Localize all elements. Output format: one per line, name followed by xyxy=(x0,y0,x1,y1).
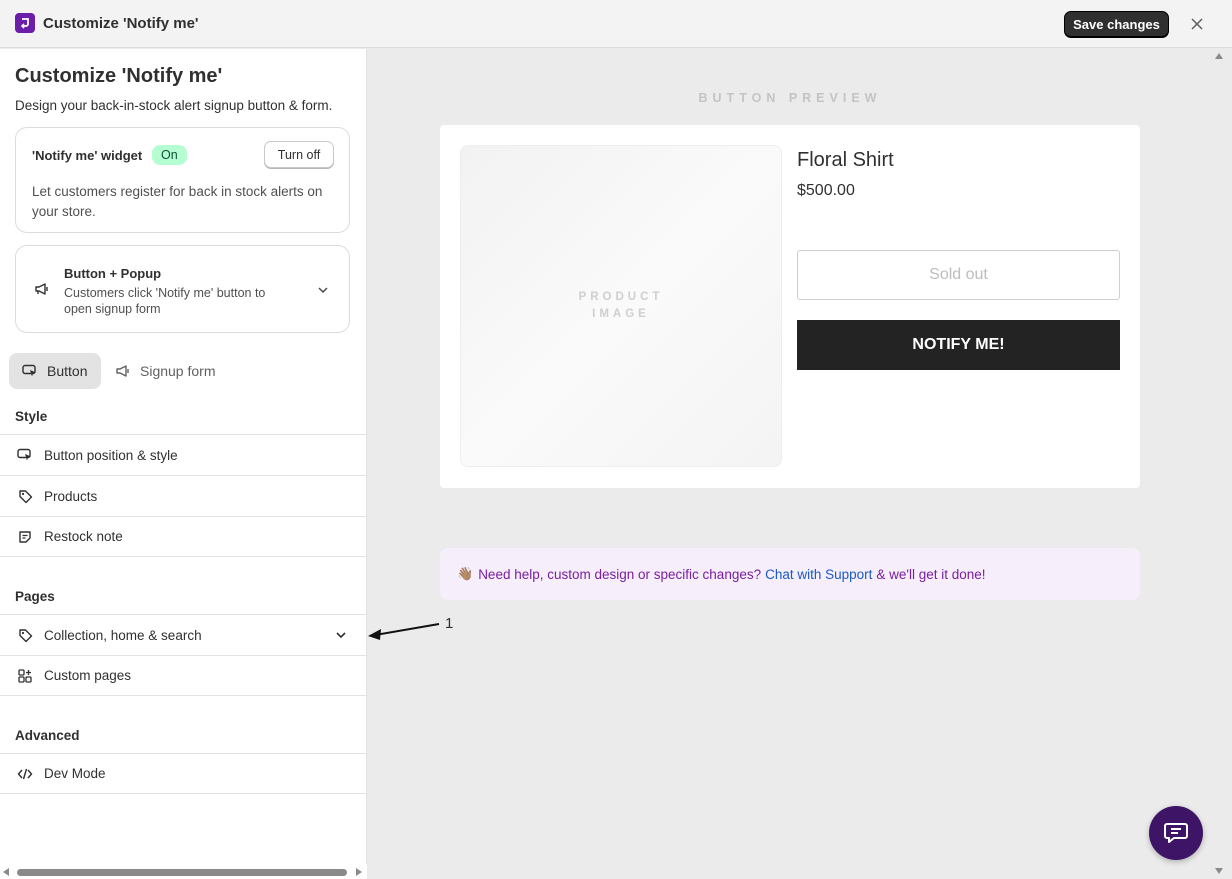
help-text-after: & we'll get it done! xyxy=(876,566,986,582)
section-heading-pages: Pages xyxy=(15,589,55,604)
menu-item-custom-pages[interactable]: Custom pages xyxy=(0,655,366,696)
wave-emoji: 👋🏽 xyxy=(457,566,474,581)
menu-item-label: Products xyxy=(44,488,98,504)
menu-item-label: Collection, home & search xyxy=(44,627,202,643)
settings-sidebar: Customize 'Notify me' Design your back-i… xyxy=(0,49,367,879)
sidebar-title: Customize 'Notify me' xyxy=(15,65,223,87)
display-mode-select[interactable]: Button + Popup Customers click 'Notify m… xyxy=(15,245,350,333)
chevron-down-icon xyxy=(316,283,330,302)
preview-label: BUTTON PREVIEW xyxy=(698,91,882,105)
sidebar-subtitle: Design your back-in-stock alert signup b… xyxy=(15,98,333,113)
scroll-right-arrow[interactable] xyxy=(356,868,362,876)
tab-button[interactable]: Button xyxy=(9,353,101,389)
window-title: Customize 'Notify me' xyxy=(43,15,199,32)
app-logo-icon xyxy=(15,13,35,33)
menu-item-label: Dev Mode xyxy=(44,766,106,781)
product-image-text: PRODUCT IMAGE xyxy=(578,291,664,320)
scrollbar-thumb[interactable] xyxy=(17,869,347,876)
scroll-up-arrow[interactable] xyxy=(1215,53,1223,59)
widget-label: 'Notify me' widget xyxy=(32,148,143,163)
notify-me-button[interactable]: NOTIFY ME! xyxy=(797,320,1120,370)
section-heading-advanced: Advanced xyxy=(15,728,80,743)
annotation-number: 1 xyxy=(445,615,454,632)
chat-support-button[interactable] xyxy=(1149,806,1203,860)
widget-description: Let customers register for back in stock… xyxy=(32,184,323,219)
note-icon xyxy=(16,530,34,544)
tab-button-label: Button xyxy=(47,363,88,379)
section-heading-style: Style xyxy=(15,409,48,424)
chat-icon xyxy=(1164,823,1188,843)
menu-item-label: Button position & style xyxy=(44,447,178,463)
menu-item-dev-mode[interactable]: Dev Mode xyxy=(0,753,366,794)
menu-item-label: Custom pages xyxy=(44,668,132,683)
help-banner: 👋🏽 Need help, custom design or specific … xyxy=(440,548,1140,600)
status-badge: On xyxy=(152,145,187,165)
menu-item-button-position-style[interactable]: Button position & style xyxy=(0,434,366,475)
tag-icon xyxy=(16,489,34,504)
annotation-arrow-icon xyxy=(368,623,440,640)
menu-item-restock-note[interactable]: Restock note xyxy=(0,516,366,557)
turn-off-button[interactable]: Turn off xyxy=(264,141,334,168)
horizontal-scrollbar[interactable] xyxy=(0,864,367,879)
save-changes-button[interactable]: Save changes xyxy=(1064,11,1169,38)
product-preview-card: PRODUCT IMAGE Floral Shirt $500.00 Sold … xyxy=(440,125,1140,488)
menu-item-products[interactable]: Products xyxy=(0,475,366,516)
apps-icon xyxy=(16,668,34,683)
scroll-left-arrow[interactable] xyxy=(3,868,9,876)
product-price: $500.00 xyxy=(797,182,855,199)
code-icon xyxy=(16,767,34,781)
widget-status-card: 'Notify me' widget On Turn off Let custo… xyxy=(15,127,350,233)
close-icon[interactable] xyxy=(1186,13,1208,35)
mode-description: Customers click 'Notify me' button to op… xyxy=(64,286,266,316)
sold-out-button[interactable]: Sold out xyxy=(797,250,1120,300)
cursor-click-icon xyxy=(16,448,34,462)
tab-signup-form[interactable]: Signup form xyxy=(105,353,225,389)
mode-title: Button + Popup xyxy=(64,266,162,281)
tab-signup-label: Signup form xyxy=(140,363,216,379)
chevron-down-icon[interactable] xyxy=(334,628,348,645)
tag-icon xyxy=(16,628,34,643)
megaphone-icon xyxy=(116,365,129,377)
product-name: Floral Shirt xyxy=(797,149,894,171)
chat-with-support-link[interactable]: Chat with Support xyxy=(765,567,872,582)
cursor-click-icon xyxy=(22,364,36,377)
megaphone-icon xyxy=(34,282,50,301)
product-image-placeholder: PRODUCT IMAGE xyxy=(460,145,782,467)
menu-item-collection-home-search[interactable]: Collection, home & search xyxy=(0,614,366,655)
scroll-down-arrow[interactable] xyxy=(1215,868,1223,874)
top-bar: Customize 'Notify me' Save changes xyxy=(0,0,1232,48)
menu-item-label: Restock note xyxy=(44,529,123,544)
help-text: Need help, custom design or specific cha… xyxy=(478,566,762,582)
